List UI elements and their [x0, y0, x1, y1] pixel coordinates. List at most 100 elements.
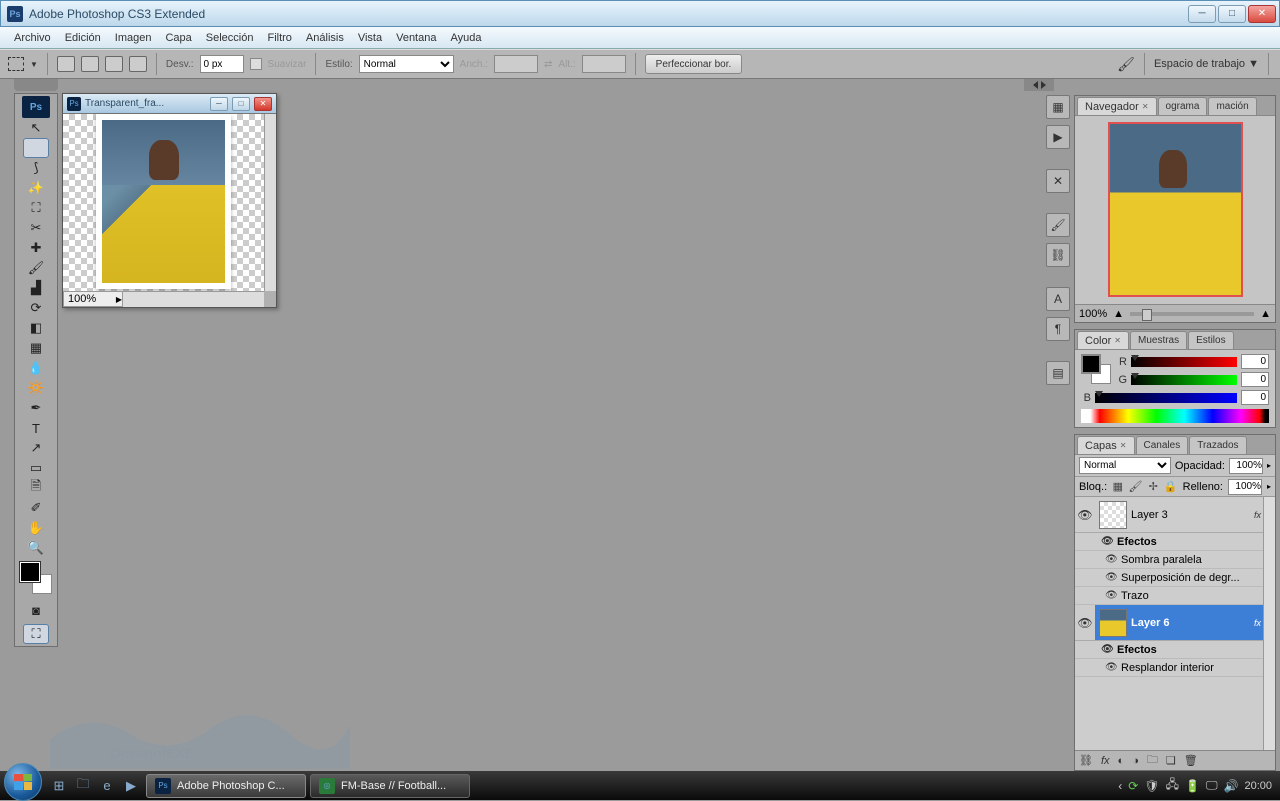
tray-battery-icon[interactable]: 🔋: [1185, 779, 1200, 793]
layers-scrollbar[interactable]: [1263, 497, 1275, 750]
tab-capas[interactable]: Capas✕: [1077, 436, 1135, 454]
tray-net-icon[interactable]: 🖧: [1166, 775, 1179, 796]
blend-mode-select[interactable]: Normal: [1079, 457, 1171, 474]
task-photoshop[interactable]: PsAdobe Photoshop C...: [146, 774, 306, 798]
heal-tool[interactable]: ✚: [23, 238, 49, 258]
layer-thumb[interactable]: [1099, 501, 1127, 529]
sel-sub-icon[interactable]: [105, 56, 123, 72]
fx-stroke[interactable]: 👁Trazo: [1075, 587, 1275, 605]
marquee-preview-icon[interactable]: [8, 57, 24, 71]
fill-input[interactable]: [1228, 479, 1262, 495]
dock-brushes-icon[interactable]: 🖌: [1046, 213, 1070, 237]
nav-zoom-slider[interactable]: [1130, 312, 1254, 316]
sel-new-icon[interactable]: [57, 56, 75, 72]
dock-tools-icon[interactable]: ✕: [1046, 169, 1070, 193]
menu-archivo[interactable]: Archivo: [14, 32, 51, 44]
feather-input[interactable]: [200, 55, 244, 73]
eyedropper-tool[interactable]: ✐: [23, 498, 49, 518]
tray-clock[interactable]: 20:00: [1244, 780, 1272, 792]
hand-tool[interactable]: ✋: [23, 518, 49, 538]
lock-all-icon[interactable]: 🔒: [1164, 480, 1178, 494]
fx-innerglow[interactable]: 👁Resplandor interior: [1075, 659, 1275, 677]
dodge-tool[interactable]: 🔆: [23, 378, 49, 398]
tab-muestras[interactable]: Muestras: [1130, 331, 1187, 349]
dock-char-icon[interactable]: A: [1046, 287, 1070, 311]
opacity-input[interactable]: [1229, 458, 1263, 474]
ps-logo-icon[interactable]: Ps: [22, 96, 50, 118]
doc-close-button[interactable]: ✕: [254, 97, 272, 111]
menu-vista[interactable]: Vista: [358, 32, 382, 44]
pen-tool[interactable]: ✒: [23, 398, 49, 418]
start-button[interactable]: [4, 763, 42, 801]
ql-ie-icon[interactable]: e: [96, 775, 118, 797]
tray-av-icon[interactable]: 🛡: [1144, 779, 1159, 793]
minimize-button[interactable]: ─: [1188, 5, 1216, 23]
tab-trazados[interactable]: Trazados: [1189, 436, 1246, 454]
tray-expand-icon[interactable]: ‹: [1118, 779, 1122, 793]
layer-mask-icon[interactable]: ◐: [1118, 755, 1125, 767]
lasso-tool[interactable]: ⟆: [23, 158, 49, 178]
menu-capa[interactable]: Capa: [165, 32, 191, 44]
blur-tool[interactable]: 💧: [23, 358, 49, 378]
sel-add-icon[interactable]: [81, 56, 99, 72]
layer-thumb[interactable]: [1099, 609, 1127, 637]
lock-paint-icon[interactable]: 🖌: [1129, 480, 1143, 494]
dock-layercomp-icon[interactable]: ▤: [1046, 361, 1070, 385]
brush-palette-icon[interactable]: 🖌: [1117, 56, 1135, 73]
menu-filtro[interactable]: Filtro: [267, 32, 291, 44]
tab-histograma[interactable]: ograma: [1158, 97, 1208, 115]
layer-fx-icon[interactable]: fx: [1101, 755, 1110, 767]
tray-volume-icon[interactable]: 🔊: [1224, 779, 1239, 793]
shape-tool[interactable]: ▭: [23, 458, 49, 478]
dock-actions-icon[interactable]: ▶: [1046, 125, 1070, 149]
dock-histogram-icon[interactable]: ▦: [1046, 95, 1070, 119]
nav-zoomin-icon[interactable]: ▲: [1260, 308, 1271, 320]
color-swatch[interactable]: [20, 562, 52, 594]
history-brush-tool[interactable]: ⟳: [23, 298, 49, 318]
maximize-button[interactable]: □: [1218, 5, 1246, 23]
adjustment-icon[interactable]: ◑: [1132, 755, 1139, 767]
lock-move-icon[interactable]: ✢: [1148, 480, 1159, 494]
wand-tool[interactable]: ✨: [23, 178, 49, 198]
gradient-tool[interactable]: ▦: [23, 338, 49, 358]
fx-shadow[interactable]: 👁Sombra paralela: [1075, 551, 1275, 569]
blue-slider[interactable]: [1095, 393, 1237, 403]
color-spectrum[interactable]: [1081, 409, 1269, 423]
tab-canales[interactable]: Canales: [1136, 436, 1189, 454]
type-tool[interactable]: T: [23, 418, 49, 438]
dock-clone-icon[interactable]: ⛓: [1046, 243, 1070, 267]
trash-icon[interactable]: 🗑: [1184, 754, 1198, 767]
green-input[interactable]: [1241, 372, 1269, 387]
task-fmbase[interactable]: ◎FM-Base // Football...: [310, 774, 470, 798]
notes-tool[interactable]: 🗎: [23, 478, 49, 498]
ql-desktop-icon[interactable]: ⊞: [48, 775, 70, 797]
new-layer-icon[interactable]: ❏: [1166, 754, 1176, 767]
menu-edicion[interactable]: Edición: [65, 32, 101, 44]
tab-navegador[interactable]: Navegador✕: [1077, 97, 1157, 115]
doc-minimize-button[interactable]: ─: [210, 97, 228, 111]
menu-analisis[interactable]: Análisis: [306, 32, 344, 44]
red-input[interactable]: [1241, 354, 1269, 369]
crop-tool[interactable]: ⛶: [23, 198, 49, 218]
style-select[interactable]: Normal: [359, 55, 454, 73]
stamp-tool[interactable]: ▟: [23, 278, 49, 298]
toolbar-grip[interactable]: [14, 79, 58, 91]
tray-display-icon[interactable]: 🖵: [1206, 778, 1218, 793]
doc-zoom[interactable]: 100% ▶: [63, 291, 123, 307]
panel-collapse-grip[interactable]: [1024, 79, 1054, 91]
slice-tool[interactable]: ✂: [23, 218, 49, 238]
doc-titlebar[interactable]: Ps Transparent_fra... ─ □ ✕: [63, 94, 276, 114]
ql-media-icon[interactable]: ▶: [120, 775, 142, 797]
close-button[interactable]: ✕: [1248, 5, 1276, 23]
visibility-icon[interactable]: 👁: [1075, 605, 1095, 640]
zoom-tool[interactable]: 🔍: [23, 538, 49, 558]
lock-trans-icon[interactable]: ▦: [1112, 480, 1123, 494]
brush-tool[interactable]: 🖌: [23, 258, 49, 278]
doc-scrollbar-h[interactable]: [123, 291, 264, 307]
ql-explorer-icon[interactable]: 🗀: [72, 775, 94, 797]
marquee-tool[interactable]: [23, 138, 49, 158]
visibility-icon[interactable]: 👁: [1075, 508, 1095, 522]
color-swatch-box[interactable]: [1081, 354, 1111, 384]
fx-header[interactable]: 👁Efectos: [1075, 533, 1275, 551]
red-slider[interactable]: [1131, 357, 1237, 367]
